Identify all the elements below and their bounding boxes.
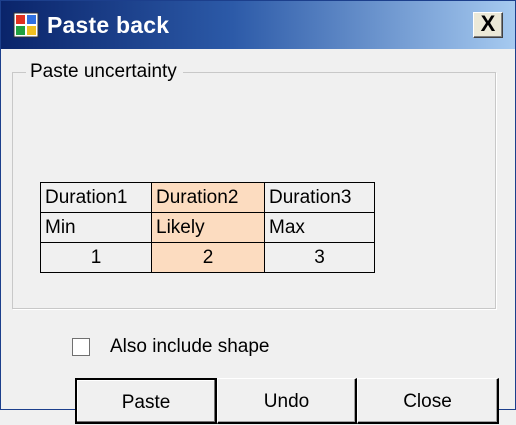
table-row: Duration1 Duration2 Duration3 xyxy=(40,182,375,213)
undo-button[interactable]: Undo xyxy=(217,378,357,424)
grid-cell[interactable]: 1 xyxy=(40,242,152,273)
app-window-icon xyxy=(13,12,39,38)
grid-cell[interactable]: Duration3 xyxy=(264,182,375,213)
grid-cell[interactable]: Duration2 xyxy=(151,182,265,213)
close-window-button[interactable]: X xyxy=(473,12,503,38)
include-shape-checkbox[interactable] xyxy=(72,338,90,356)
dialog-client-area: Paste uncertainty Duration1 Duration2 Du… xyxy=(6,49,510,424)
group-legend: Paste uncertainty xyxy=(26,61,183,83)
grid-cell[interactable]: 3 xyxy=(264,242,375,273)
close-icon: X xyxy=(480,11,496,36)
grid-cell[interactable]: Duration1 xyxy=(40,182,152,213)
table-row: 1 2 3 xyxy=(40,242,375,273)
uncertainty-grid[interactable]: Duration1 Duration2 Duration3 Min Likely… xyxy=(40,182,375,273)
grid-cell[interactable]: Likely xyxy=(151,212,265,243)
paste-back-dialog: Paste back X Paste uncertainty Duration1… xyxy=(0,0,516,424)
grid-cell[interactable]: Max xyxy=(264,212,375,243)
grid-cell[interactable]: Min xyxy=(40,212,152,243)
include-shape-label[interactable]: Also include shape xyxy=(110,336,270,358)
window-title: Paste back xyxy=(47,12,170,38)
paste-button[interactable]: Paste xyxy=(75,378,217,424)
close-button[interactable]: Close xyxy=(357,378,499,424)
table-row: Min Likely Max xyxy=(40,212,375,243)
grid-cell[interactable]: 2 xyxy=(151,242,265,273)
title-bar[interactable]: Paste back X xyxy=(1,1,515,49)
